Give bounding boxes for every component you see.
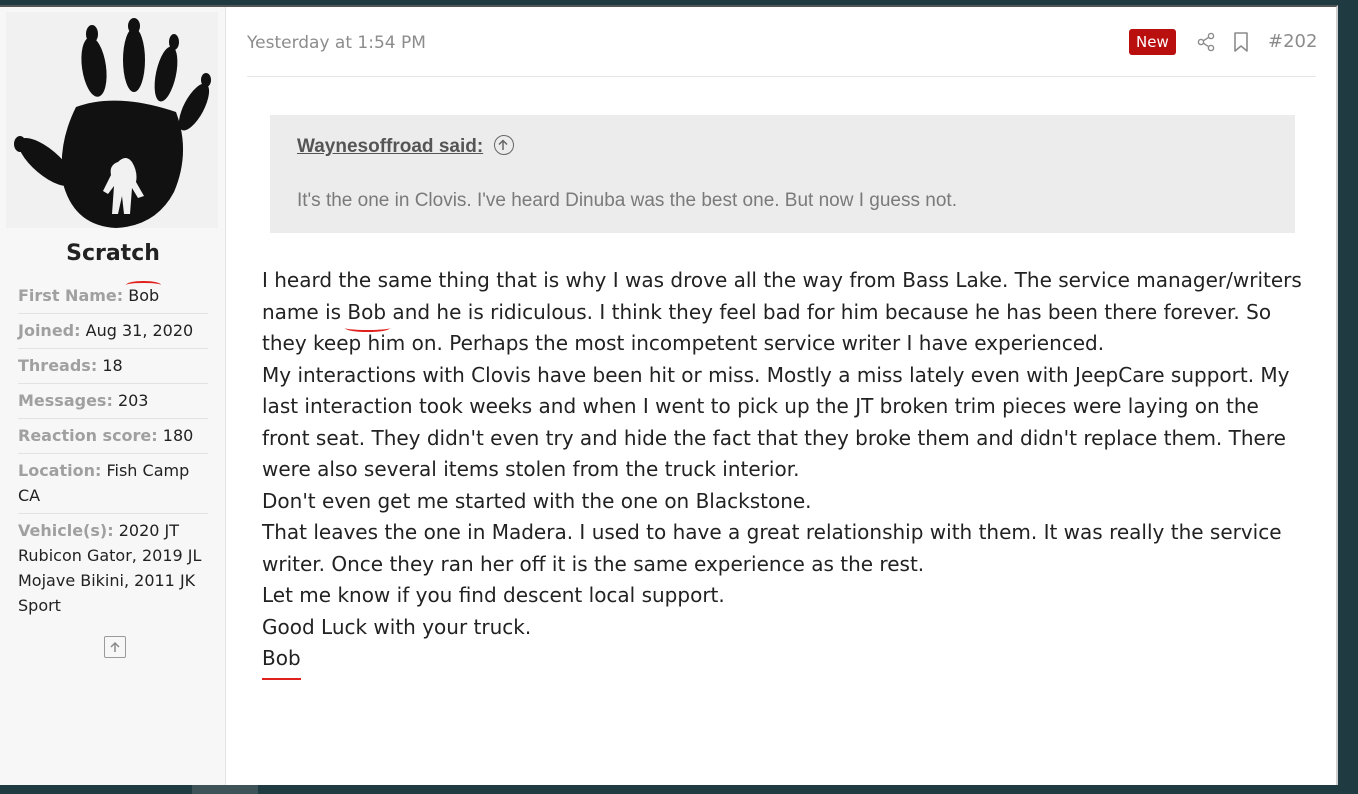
author-fields: First Name: Bob Joined: Aug 31, 2020 Thr…	[18, 279, 208, 623]
paragraph: That leaves the one in Madera. I used to…	[262, 520, 1282, 576]
post-number-link[interactable]: #202	[1268, 31, 1317, 52]
footer-tab[interactable]	[192, 785, 258, 794]
field-label: Threads:	[18, 356, 98, 375]
field-value: 18	[102, 356, 123, 375]
author-sidebar: Scratch First Name: Bob Joined: Aug 31, …	[0, 7, 226, 785]
field-label: Reaction score:	[18, 426, 158, 445]
paragraph: I heard the same thing that is why I was…	[262, 265, 1302, 360]
signature: Bob	[262, 643, 1302, 679]
field-first-name: First Name: Bob	[18, 279, 208, 314]
post-body: I heard the same thing that is why I was…	[262, 265, 1302, 679]
post-main: Yesterday at 1:54 PM New #202 Waynesoffr…	[226, 7, 1336, 785]
handprint-bigfoot-logo	[14, 18, 211, 228]
field-location: Location: Fish Camp CA	[18, 454, 208, 514]
quote-block: Waynesoffroad said: It's the one in Clov…	[270, 115, 1295, 233]
field-label: Location:	[18, 461, 102, 480]
avatar[interactable]	[6, 12, 218, 228]
paragraph: Don't even get me started with the one o…	[262, 488, 812, 513]
post-header: Yesterday at 1:54 PM New #202	[247, 27, 1317, 77]
forum-post: Scratch First Name: Bob Joined: Aug 31, …	[0, 5, 1338, 785]
field-value: 203	[117, 391, 149, 410]
text-fragment: and he is ridiculous. I think they feel …	[262, 299, 1272, 356]
arrow-up-icon	[110, 641, 120, 652]
field-value: Bob	[128, 286, 160, 305]
post-timestamp[interactable]: Yesterday at 1:54 PM	[247, 33, 426, 53]
field-value: Aug 31, 2020	[85, 321, 194, 340]
username[interactable]: Scratch	[0, 241, 226, 266]
field-label: Joined:	[18, 321, 81, 340]
field-label: Vehicle(s):	[18, 521, 114, 540]
quote-text: It's the one in Clovis. I've heard Dinub…	[297, 190, 957, 211]
paragraph: Good Luck with your truck.	[262, 614, 532, 639]
field-messages: Messages: 203	[18, 384, 208, 419]
paragraph: My interactions with Clovis have been hi…	[262, 362, 1290, 482]
highlighted-name: Bob	[345, 297, 390, 332]
field-vehicles: Vehicle(s): 2020 JT Rubicon Gator, 2019 …	[18, 514, 208, 623]
new-badge: New	[1129, 29, 1176, 55]
field-label: Messages:	[18, 391, 113, 410]
collapse-up-button[interactable]	[104, 636, 126, 658]
signature-name: Bob	[262, 643, 301, 679]
field-joined: Joined: Aug 31, 2020	[18, 314, 208, 349]
share-icon[interactable]	[1196, 32, 1216, 52]
bookmark-icon[interactable]	[1232, 31, 1250, 53]
paragraph: Let me know if you find descent local su…	[262, 583, 725, 607]
go-to-quote-icon[interactable]	[493, 135, 514, 155]
field-label: First Name:	[18, 286, 124, 305]
quote-author-link[interactable]: Waynesoffroad said:	[297, 136, 483, 158]
field-reaction-score: Reaction score: 180	[18, 419, 208, 454]
field-value: 180	[162, 426, 194, 445]
field-threads: Threads: 18	[18, 349, 208, 384]
